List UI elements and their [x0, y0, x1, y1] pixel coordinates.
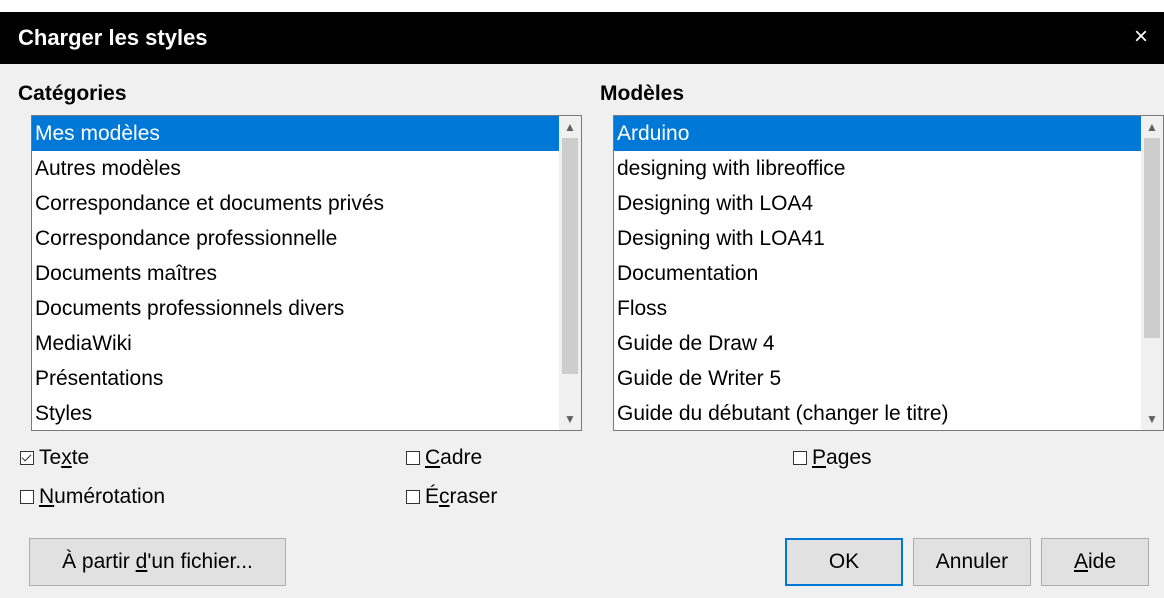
- category-item[interactable]: Correspondance professionnelle: [32, 221, 559, 256]
- scroll-down-icon[interactable]: ▼: [1141, 408, 1163, 430]
- categories-list: Mes modèles Autres modèles Correspondance …: [32, 116, 559, 430]
- checkbox-icon[interactable]: [406, 490, 420, 504]
- category-item[interactable]: Documents maîtres: [32, 256, 559, 291]
- scroll-thumb[interactable]: [562, 138, 578, 374]
- template-item[interactable]: Guide du débutant (changer le titre): [614, 396, 1141, 430]
- pages-checkbox[interactable]: Pages: [793, 445, 872, 471]
- template-item[interactable]: Guide de Draw 4: [614, 326, 1141, 361]
- ok-button[interactable]: OK: [785, 538, 903, 586]
- checkbox-icon[interactable]: [793, 451, 807, 465]
- dialog-body: Catégories Mes modèles Autres modèles Corr…: [0, 64, 1164, 598]
- help-button[interactable]: Aide: [1041, 538, 1149, 586]
- category-item[interactable]: Styles: [32, 396, 559, 430]
- category-item[interactable]: MediaWiki: [32, 326, 559, 361]
- templates-scrollbar[interactable]: ▲ ▼: [1141, 116, 1163, 430]
- templates-heading: Modèles: [600, 82, 685, 105]
- checkbox-checked-icon[interactable]: [20, 451, 34, 465]
- category-item[interactable]: Autres modèles: [32, 151, 559, 186]
- scroll-thumb[interactable]: [1144, 138, 1160, 338]
- cancel-button[interactable]: Annuler: [913, 538, 1031, 586]
- templates-list: Arduino designing with libreoffice Designi…: [614, 116, 1141, 430]
- template-item[interactable]: Designing with LOA41: [614, 221, 1141, 256]
- checkbox-icon[interactable]: [20, 490, 34, 504]
- numbering-checkbox[interactable]: Numérotation: [20, 484, 165, 510]
- template-item[interactable]: designing with libreoffice: [614, 151, 1141, 186]
- category-item[interactable]: Présentations: [32, 361, 559, 396]
- category-item[interactable]: Documents professionnels divers: [32, 291, 559, 326]
- from-file-button[interactable]: À partir d'un fichier...: [29, 538, 286, 586]
- frame-checkbox[interactable]: Cadre: [406, 445, 482, 471]
- template-item[interactable]: Guide de Writer 5: [614, 361, 1141, 396]
- template-item[interactable]: Arduino: [614, 116, 1141, 151]
- text-checkbox[interactable]: Te x te: [20, 445, 89, 471]
- category-item[interactable]: Mes modèles: [32, 116, 559, 151]
- scroll-up-icon[interactable]: ▲: [559, 116, 581, 138]
- template-item[interactable]: Floss: [614, 291, 1141, 326]
- categories-heading: Catégories: [18, 82, 127, 105]
- category-item[interactable]: Correspondance et documents privés: [32, 186, 559, 221]
- scroll-up-icon[interactable]: ▲: [1141, 116, 1163, 138]
- overwrite-checkbox[interactable]: Éc raser: [406, 484, 497, 510]
- categories-listbox[interactable]: Mes modèles Autres modèles Correspondance …: [31, 115, 582, 431]
- scroll-down-icon[interactable]: ▼: [559, 408, 581, 430]
- window-title: Charger les styles: [18, 25, 208, 50]
- checkbox-icon[interactable]: [406, 451, 420, 465]
- categories-scrollbar[interactable]: ▲ ▼: [559, 116, 581, 430]
- template-item[interactable]: Designing with LOA4: [614, 186, 1141, 221]
- title-bar: Charger les styles ×: [0, 12, 1164, 64]
- templates-listbox[interactable]: Arduino designing with libreoffice Designi…: [613, 115, 1164, 431]
- template-item[interactable]: Documentation: [614, 256, 1141, 291]
- close-icon[interactable]: ×: [1126, 22, 1156, 52]
